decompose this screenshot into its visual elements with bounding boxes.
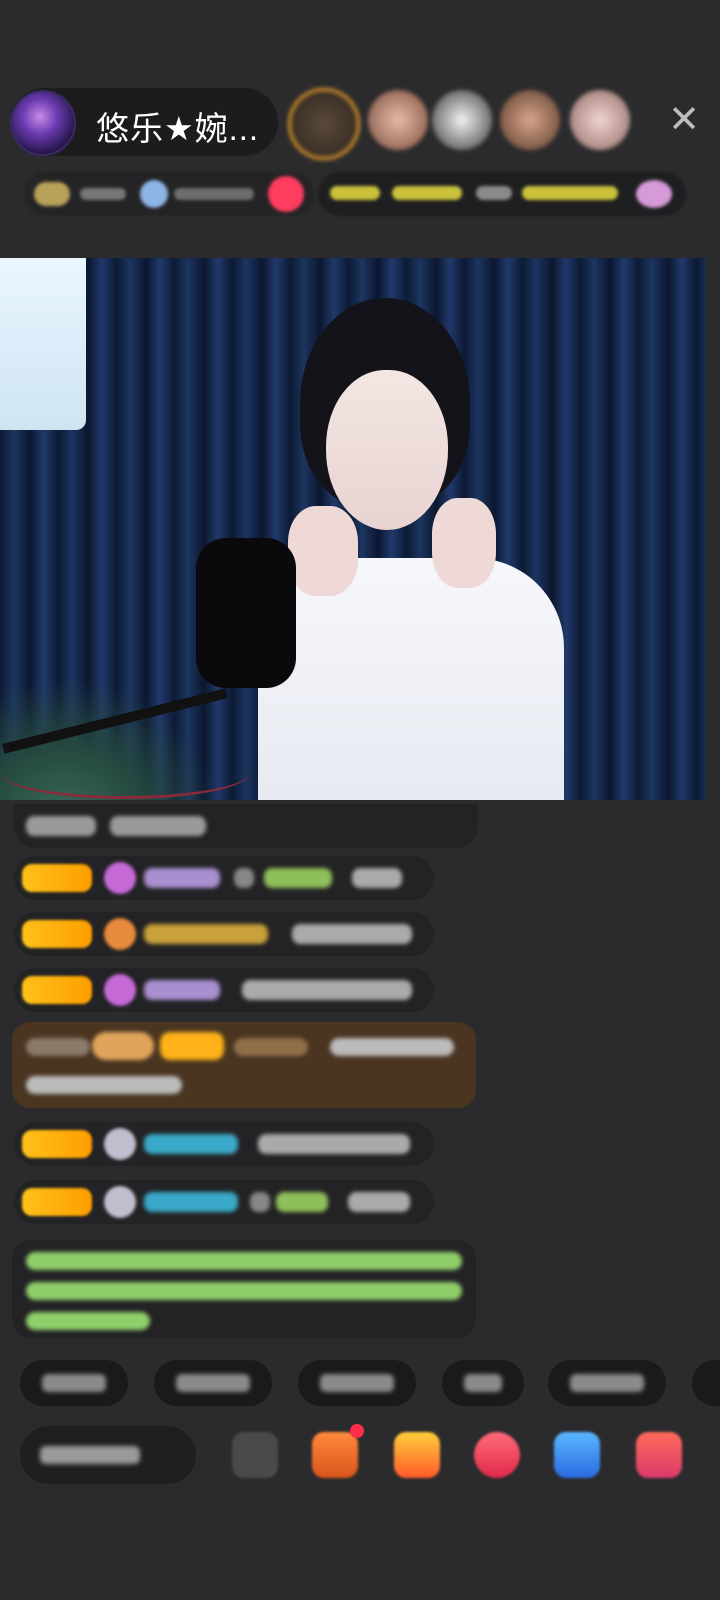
diamond-icon xyxy=(104,974,136,1006)
streamer-face xyxy=(326,370,448,530)
quick-reply-button[interactable] xyxy=(442,1360,524,1406)
chat-message[interactable] xyxy=(14,1180,434,1224)
level-badge xyxy=(22,920,92,948)
heart-icon[interactable] xyxy=(474,1432,520,1478)
chat-message[interactable] xyxy=(14,1122,434,1166)
streamer-hand xyxy=(288,506,358,596)
notice-bar[interactable] xyxy=(318,172,686,216)
gift-message[interactable] xyxy=(12,1022,476,1108)
chat-message[interactable] xyxy=(14,856,434,900)
diamond-icon xyxy=(104,862,136,894)
fan-badge-icon xyxy=(104,918,136,950)
mic-cable xyxy=(0,746,250,799)
user-avatar-icon xyxy=(104,1186,136,1218)
rank-info-bar[interactable] xyxy=(24,172,314,216)
chat-message[interactable] xyxy=(14,912,434,956)
streamer-hand xyxy=(432,498,496,588)
streamer-body xyxy=(258,558,564,800)
lamp-shade xyxy=(0,258,86,430)
chat-input[interactable] xyxy=(20,1426,196,1484)
viewer-avatar[interactable] xyxy=(368,90,428,150)
chat-message[interactable] xyxy=(14,968,434,1012)
emoji-icon[interactable] xyxy=(232,1432,278,1478)
microphone xyxy=(196,538,296,688)
anchor-name[interactable]: 悠乐★婉... xyxy=(96,102,259,150)
notification-dot xyxy=(350,1424,364,1438)
user-avatar-icon xyxy=(104,1128,136,1160)
top-viewer-avatar[interactable] xyxy=(288,88,360,160)
level-badge xyxy=(22,976,92,1004)
quick-reply-button[interactable] xyxy=(20,1360,128,1406)
quick-reply-button[interactable] xyxy=(154,1360,272,1406)
gift-box-icon[interactable] xyxy=(312,1432,358,1478)
quick-reply-button[interactable] xyxy=(298,1360,416,1406)
level-badge xyxy=(22,864,92,892)
quick-reply-button[interactable] xyxy=(692,1360,720,1406)
treasure-box-icon[interactable] xyxy=(394,1432,440,1478)
level-badge xyxy=(22,1188,92,1216)
viewer-avatar[interactable] xyxy=(570,90,630,150)
live-video[interactable] xyxy=(0,258,706,800)
viewer-avatar[interactable] xyxy=(500,90,560,150)
system-notice xyxy=(12,1240,476,1338)
store-icon[interactable] xyxy=(636,1432,682,1478)
chat-message[interactable] xyxy=(14,804,478,848)
level-badge xyxy=(22,1130,92,1158)
viewer-avatar[interactable] xyxy=(432,90,492,150)
anchor-avatar[interactable] xyxy=(12,92,74,154)
quick-reply-button[interactable] xyxy=(548,1360,666,1406)
game-icon[interactable] xyxy=(554,1432,600,1478)
close-icon[interactable]: ✕ xyxy=(664,100,704,140)
